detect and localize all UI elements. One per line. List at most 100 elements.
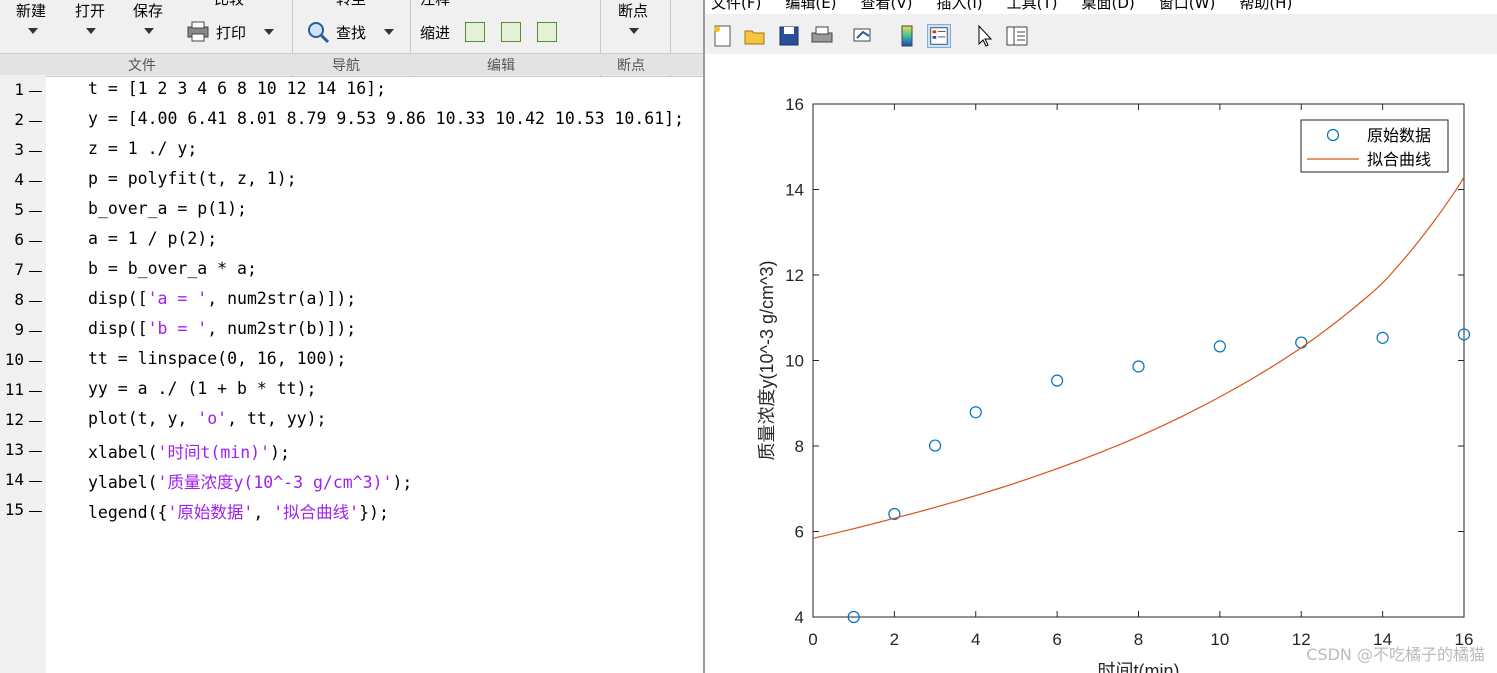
- print-dropdown-icon[interactable]: [264, 29, 274, 35]
- code-line[interactable]: 13 xlabel('时间t(min)');: [0, 436, 703, 466]
- legend-icon[interactable]: [927, 24, 951, 48]
- x-tick-label: 8: [1134, 630, 1143, 649]
- breakpoint-marker[interactable]: [29, 91, 42, 92]
- save-button[interactable]: 保存: [133, 0, 163, 21]
- code-token: p = polyfit(t, z, 1);: [88, 169, 297, 188]
- figure-menu-item[interactable]: 帮助(H): [1239, 0, 1292, 12]
- indent-button[interactable]: 缩进: [420, 22, 450, 43]
- code-line[interactable]: 8 disp(['a = ', num2str(a)]);: [0, 286, 703, 316]
- breakpoint-marker[interactable]: [29, 391, 42, 392]
- breakpoint-marker[interactable]: [29, 151, 42, 152]
- plot-axes[interactable]: 0 2 4 6 8 10 12 14 1646810121416时间t(min)质量浓度y(10…: [705, 54, 1497, 673]
- code-line[interactable]: 4 p = polyfit(t, z, 1);: [0, 166, 703, 196]
- y-tick-label: 4: [795, 608, 804, 627]
- breakpoint-marker[interactable]: [29, 361, 42, 362]
- x-tick-label: 4: [971, 630, 980, 649]
- open-file-icon[interactable]: [743, 24, 767, 48]
- string-literal: 'o': [197, 409, 228, 428]
- line-number: 8: [14, 290, 24, 309]
- save-dropdown-icon[interactable]: [144, 28, 154, 34]
- breakpoint-button[interactable]: 断点: [618, 0, 648, 21]
- breakpoint-marker[interactable]: [29, 121, 42, 122]
- breakpoint-marker[interactable]: [29, 451, 42, 452]
- breakpoint-dropdown-icon[interactable]: [629, 28, 639, 34]
- figure-menu-item[interactable]: 编辑(E): [785, 0, 836, 12]
- open-dropdown-icon[interactable]: [86, 28, 96, 34]
- string-literal: '拟合曲线': [273, 503, 360, 522]
- breakpoint-marker[interactable]: [29, 241, 42, 242]
- code-line[interactable]: 5 b_over_a = p(1);: [0, 196, 703, 226]
- find-button[interactable]: 查找: [336, 22, 366, 43]
- code-line[interactable]: 1 t = [1 2 3 4 6 8 10 12 14 16];: [0, 76, 703, 106]
- figure-menubar: 文件(F) 编辑(E) 查看(V) 插入(I) 工具(T) 桌面(D) 窗口(W) 帮助(H): [705, 0, 1310, 12]
- code-token: legend({: [88, 503, 168, 522]
- comment-button[interactable]: 注释: [420, 0, 450, 9]
- code-line[interactable]: 9 disp(['b = ', num2str(b)]);: [0, 316, 703, 346]
- code-text: plot(t, y, 'o', tt, yy);: [88, 409, 326, 428]
- code-line[interactable]: 2 y = [4.00 6.41 8.01 8.79 9.53 9.86 10.3…: [0, 106, 703, 136]
- code-area[interactable]: 1 t = [1 2 3 4 6 8 10 12 14 16]; 2 y = [4.0…: [0, 76, 703, 673]
- colorbar-icon[interactable]: [895, 24, 919, 48]
- increase-indent-icon[interactable]: [501, 22, 521, 42]
- goto-button[interactable]: 转至: [336, 0, 366, 9]
- figure-menu-item[interactable]: 窗口(W): [1159, 0, 1216, 12]
- x-tick-label: 0: [808, 630, 817, 649]
- y-tick-label: 16: [785, 95, 804, 114]
- code-line[interactable]: 11 yy = a ./ (1 + b * tt);: [0, 376, 703, 406]
- breakpoint-marker[interactable]: [29, 181, 42, 182]
- save-icon[interactable]: [777, 24, 801, 48]
- figure-menu-item[interactable]: 桌面(D): [1082, 0, 1135, 12]
- decrease-indent-icon[interactable]: [537, 22, 557, 42]
- code-text: disp(['a = ', num2str(a)]);: [88, 289, 356, 308]
- code-text: xlabel('时间t(min)');: [88, 439, 290, 463]
- new-figure-icon[interactable]: [711, 24, 735, 48]
- line-number: 10: [4, 350, 24, 369]
- link-icon[interactable]: [851, 24, 875, 48]
- print-icon[interactable]: [810, 24, 834, 48]
- breakpoint-marker[interactable]: [29, 481, 42, 482]
- breakpoint-marker[interactable]: [29, 211, 42, 212]
- code-line[interactable]: 12 plot(t, y, 'o', tt, yy);: [0, 406, 703, 436]
- code-line[interactable]: 14 ylabel('质量浓度y(10^-3 g/cm^3)');: [0, 466, 703, 496]
- pointer-icon[interactable]: [973, 24, 997, 48]
- find-dropdown-icon[interactable]: [384, 29, 394, 35]
- code-token: ylabel(: [88, 473, 158, 492]
- code-line[interactable]: 10 tt = linspace(0, 16, 100);: [0, 346, 703, 376]
- figure-toolbar: [705, 14, 1497, 54]
- code-token: disp([: [88, 319, 148, 338]
- figure-menu-item[interactable]: 文件(F): [711, 0, 761, 12]
- section-label-breakpoint: 断点: [617, 58, 645, 74]
- code-text: disp(['b = ', num2str(b)]);: [88, 319, 356, 338]
- new-button[interactable]: 新建: [16, 0, 46, 21]
- string-literal: '原始数据': [167, 503, 254, 522]
- y-axis-label: 质量浓度y(10^-3 g/cm^3): [757, 261, 777, 461]
- open-button[interactable]: 打开: [75, 0, 105, 21]
- breakpoint-marker[interactable]: [29, 271, 42, 272]
- line-number: 12: [4, 410, 24, 429]
- print-icon[interactable]: [186, 20, 210, 42]
- code-line[interactable]: 7 b = b_over_a * a;: [0, 256, 703, 286]
- figure-menu-item[interactable]: 工具(T): [1007, 0, 1058, 12]
- breakpoint-marker[interactable]: [29, 511, 42, 512]
- line-number: 5: [14, 200, 24, 219]
- code-line[interactable]: 6 a = 1 / p(2);: [0, 226, 703, 256]
- code-token: , num2str(b)]);: [207, 319, 357, 338]
- breakpoint-marker[interactable]: [29, 331, 42, 332]
- section-label-edit: 编辑: [487, 58, 515, 74]
- figure-menu-item[interactable]: 查看(V): [861, 0, 913, 12]
- property-editor-icon[interactable]: [1005, 24, 1029, 48]
- breakpoint-marker[interactable]: [29, 301, 42, 302]
- print-button[interactable]: 打印: [216, 22, 246, 43]
- line-number: 9: [14, 320, 24, 339]
- search-icon[interactable]: [306, 20, 330, 44]
- string-literal: '质量浓度y(10^-3 g/cm^3)': [157, 473, 393, 492]
- breakpoint-marker[interactable]: [29, 421, 42, 422]
- new-dropdown-icon[interactable]: [28, 28, 38, 34]
- x-tick-label: 6: [1052, 630, 1061, 649]
- compare-button[interactable]: 比较: [214, 0, 244, 9]
- smart-indent-icon[interactable]: [465, 22, 485, 42]
- line-number: 4: [14, 170, 24, 189]
- code-line[interactable]: 15 legend({'原始数据', '拟合曲线'});: [0, 496, 703, 526]
- figure-menu-item[interactable]: 插入(I): [937, 0, 983, 12]
- code-line[interactable]: 3 z = 1 ./ y;: [0, 136, 703, 166]
